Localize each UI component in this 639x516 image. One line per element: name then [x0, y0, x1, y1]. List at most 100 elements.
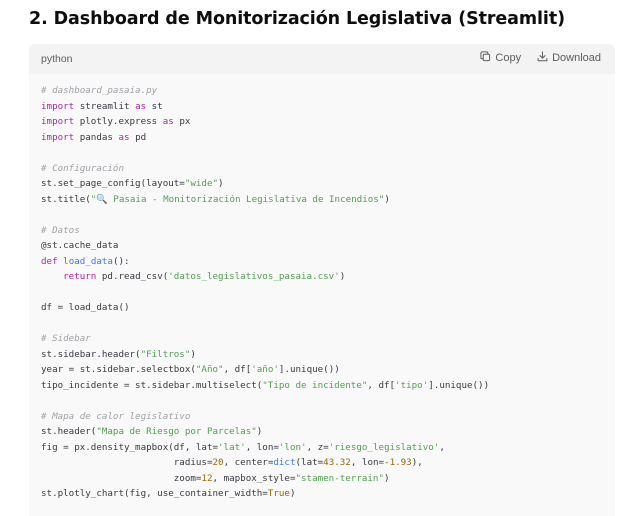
code-token-plain: , lon=	[350, 457, 385, 468]
code-token-plain: px	[173, 116, 191, 127]
code-line: # dashboard_pasaia.py	[41, 83, 489, 99]
code-line: fig = px.density_mapbox(df, lat='lat', l…	[41, 440, 489, 456]
code-block: python Copy Download # dashboard_pasaia.…	[29, 44, 615, 516]
code-line: radius=20, center=dict(lat=43.32, lon=-1…	[41, 455, 489, 471]
code-token-plain: )	[218, 178, 224, 189]
code-token-keyword: return	[63, 271, 97, 282]
code-token-plain: ].unique())	[428, 379, 490, 391]
code-token-plain: (lat=	[295, 457, 324, 468]
code-token-plain: , z=	[306, 441, 329, 453]
code-token-string: 'lat'	[218, 441, 246, 453]
code-line: # Datos	[41, 223, 489, 239]
code-token-plain: @st.cache_data	[41, 240, 119, 251]
code-token-plain: df = load_data()	[41, 302, 130, 313]
code-token-plain: )	[384, 193, 390, 205]
code-line: # Configuración	[41, 161, 489, 177]
code-token-string: "🔍 Pasaia - Monitorización Legislativa d…	[90, 193, 385, 205]
code-content[interactable]: # dashboard_pasaia.pyimport streamlit as…	[41, 83, 489, 502]
code-token-plain: )	[339, 271, 346, 282]
code-token-plain: )	[256, 426, 263, 437]
code-token-plain: st.title(	[41, 193, 91, 205]
section-heading: 2. Dashboard de Monitorización Legislati…	[29, 9, 565, 29]
code-block-header: python Copy Download	[29, 44, 615, 74]
code-token-plain: plotly.express	[74, 116, 163, 127]
code-line: import pandas as pd	[41, 130, 489, 146]
download-icon	[537, 51, 552, 65]
code-token-func: dict	[273, 457, 296, 468]
code-token-plain: , center=	[223, 457, 274, 468]
code-line: year = st.sidebar.selectbox("Año", df['a…	[41, 362, 489, 378]
chat-message-content: 2. Dashboard de Monitorización Legislati…	[0, 0, 639, 516]
code-language-label: python	[41, 53, 73, 65]
code-token-plain: )	[384, 472, 390, 484]
code-line: # Mapa de calor legislativo	[41, 409, 489, 425]
code-line: st.title("🔍 Pasaia - Monitorización Legi…	[41, 192, 489, 208]
code-token-plain: pd	[129, 131, 147, 143]
code-token-plain: st.sidebar.header(	[41, 348, 141, 360]
code-token-plain: ),	[411, 457, 423, 468]
code-token-number: 20	[212, 457, 224, 468]
code-line: return pd.read_csv('datos_legislativos_p…	[41, 269, 489, 285]
code-token-plain: st.set_page_config(layout=	[41, 178, 185, 189]
code-token-keyword: def	[41, 255, 58, 267]
code-token-plain: radius=	[41, 457, 213, 468]
code-token-string: "Filtros"	[140, 348, 191, 360]
code-token-keyword: as	[118, 131, 130, 143]
code-token-plain: zoom=	[41, 472, 202, 484]
code-token-plain: , lon=	[245, 441, 279, 453]
code-block-actions: Copy Download	[464, 51, 601, 65]
code-token-string: "Mapa de Riesgo por Parcelas"	[96, 426, 257, 437]
code-token-plain: tipo_incidente = st.sidebar.multiselect(	[41, 379, 263, 391]
copy-label: Copy	[495, 52, 522, 64]
code-token-string: "wide"	[184, 178, 219, 189]
code-line: tipo_incidente = st.sidebar.multiselect(…	[41, 378, 489, 394]
code-token-func: load_data	[63, 255, 113, 267]
code-token-plain: st.header(	[41, 426, 97, 437]
code-line: import plotly.express as px	[41, 114, 489, 130]
code-token-string: 'lon'	[278, 441, 307, 453]
code-line: def load_data():	[41, 254, 489, 270]
code-token-comment: # Configuración	[41, 162, 124, 174]
copy-icon	[480, 51, 495, 65]
code-line: st.plotly_chart(fig, use_container_width…	[41, 486, 489, 502]
code-token-plain: streamlit	[74, 100, 136, 112]
code-token-plain: , df[	[223, 364, 252, 375]
code-line: df = load_data()	[41, 300, 489, 316]
copy-button[interactable]: Copy	[480, 51, 521, 65]
code-token-plain: st	[146, 100, 163, 112]
code-token-plain: )	[190, 348, 196, 360]
code-token-plain: ,	[439, 441, 445, 453]
code-token-number: 12	[201, 472, 213, 484]
code-token-number: -1.93	[384, 457, 412, 468]
code-line: st.header("Mapa de Riesgo por Parcelas")	[41, 424, 489, 440]
code-token-keyword: import	[41, 116, 75, 127]
code-token-plain: year = st.sidebar.selectbox(	[41, 364, 196, 375]
code-token-string: "Año"	[195, 364, 224, 375]
code-token-plain: , df[	[367, 379, 396, 391]
code-token-keyword: import	[41, 131, 75, 143]
code-token-keyword: as	[162, 116, 174, 127]
code-token-plain: ():	[112, 255, 130, 267]
code-token-string: "Tipo de incidente"	[262, 379, 368, 391]
code-line: @st.cache_data	[41, 238, 489, 254]
code-token-comment: # Datos	[41, 224, 80, 236]
code-line: zoom=12, mapbox_style="stamen-terrain")	[41, 471, 489, 487]
code-token-plain: ].unique())	[278, 364, 340, 375]
code-token-string: 'año'	[251, 364, 279, 375]
code-token-keyword: as	[135, 100, 147, 112]
code-token-comment: # Mapa de calor legislativo	[41, 410, 191, 422]
code-token-plain: )	[289, 488, 296, 499]
code-token-string: "stamen-terrain"	[295, 472, 384, 484]
code-token-string: 'tipo'	[395, 379, 429, 391]
code-token-plain: fig = px.density_mapbox(df, lat=	[41, 441, 219, 453]
download-label: Download	[552, 52, 601, 64]
code-token-comment: # dashboard_pasaia.py	[41, 85, 158, 96]
download-button[interactable]: Download	[537, 51, 601, 65]
code-line: st.set_page_config(layout="wide")	[41, 176, 489, 192]
